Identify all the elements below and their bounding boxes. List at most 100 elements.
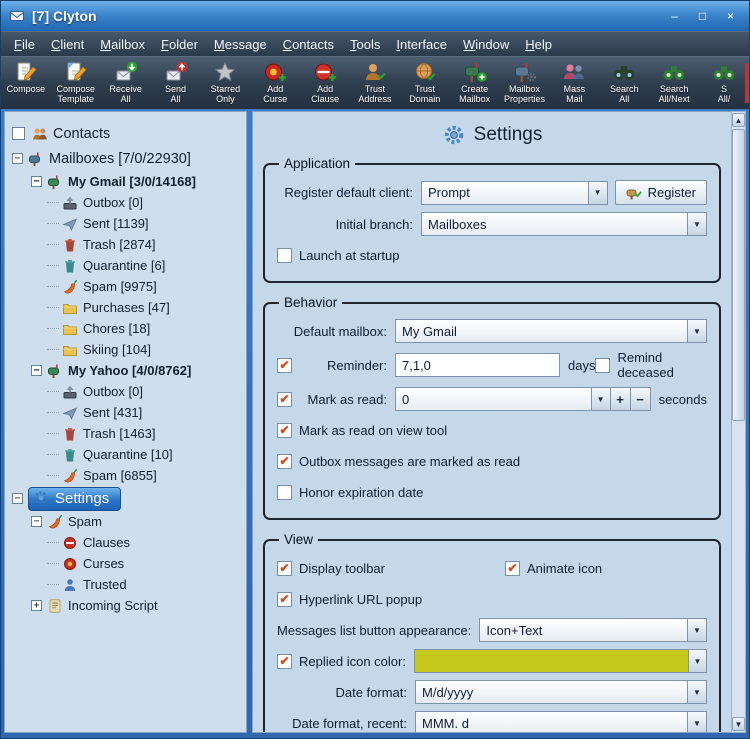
dropdown-arrow-icon[interactable]: ▼ [590,388,610,410]
tree-item-sent-431[interactable]: Sent [431] [12,402,244,423]
decrement-button[interactable]: − [630,387,651,411]
tree-item-sent-1139[interactable]: Sent [1139] [12,213,244,234]
collapse-icon[interactable]: − [31,516,42,527]
honor-expiration-checkbox[interactable] [277,484,292,500]
tree-item-trash-2874[interactable]: Trash [2874] [12,234,244,255]
toolbar-add-curse-button[interactable]: Add Curse [250,58,300,107]
tree-item-my-gmail-3-0-14168[interactable]: − My Gmail [3/0/14168] [12,171,244,192]
menu-contacts[interactable]: Contacts [275,34,342,55]
dropdown-arrow-icon[interactable]: ▼ [687,681,706,703]
toolbar-starred-only-button[interactable]: Starred Only [200,58,250,107]
toolbar-search-partial-button[interactable]: S All/ [699,58,749,107]
tree-item-spam-9975[interactable]: Spam [9975] [12,276,244,297]
menu-folder[interactable]: Folder [153,34,206,55]
display-toolbar-checkbox[interactable]: ✔ [277,560,292,576]
animate-icon-checkbox[interactable]: ✔ [505,560,520,576]
tree-item-purchases-47[interactable]: Purchases [47] [12,297,244,318]
tree-item-settings[interactable]: − Settings [12,486,244,511]
dropdown-arrow-icon[interactable]: ▼ [688,650,706,672]
collapse-icon[interactable]: − [31,365,42,376]
mailbox-icon [47,174,63,190]
menu-tools[interactable]: Tools [342,34,388,55]
dropdown-arrow-icon[interactable]: ▼ [687,213,706,235]
register-default-client-select[interactable]: Prompt ▼ [421,180,608,205]
replied-icon-color-checkbox[interactable]: ✔ [277,653,292,669]
toolbar-trust-domain-button[interactable]: Trust Domain [400,58,450,107]
toolbar-add-clause-button[interactable]: Add Clause [300,58,350,107]
toolbar-create-mailbox-button[interactable]: Create Mailbox [450,58,500,107]
toolbar-receive-all-button[interactable]: Receive All [101,58,151,107]
toolbar-compose-template-button[interactable]: Compose Template [51,58,101,107]
dropdown-arrow-icon[interactable]: ▼ [687,320,706,342]
collapse-icon[interactable]: − [31,176,42,187]
default-mailbox-select[interactable]: My Gmail ▼ [395,319,707,343]
tree-item-outbox-0[interactable]: Outbox [0] [12,192,244,213]
toolbar-search-all-button[interactable]: Search All [599,58,649,107]
date-format-select[interactable]: M/d/yyyy ▼ [415,680,707,704]
tree-item-incoming-script[interactable]: + Incoming Script [12,595,244,616]
tree-item-curses[interactable]: Curses [12,553,244,574]
add-clause-icon [313,60,337,84]
tree-item-spam[interactable]: − Spam [12,511,244,532]
expand-icon[interactable]: + [31,600,42,611]
register-button[interactable]: Register [614,180,707,205]
increment-button[interactable]: + [610,387,631,411]
menu-mailbox[interactable]: Mailbox [92,34,153,55]
close-button[interactable]: × [718,7,743,26]
menu-message[interactable]: Message [206,34,275,55]
scrollbar-thumb[interactable] [732,129,745,421]
selected-tree-item[interactable]: Settings [28,486,122,511]
tree-checkbox[interactable] [12,127,25,140]
scroll-down-button[interactable]: ▼ [732,717,745,731]
menu-file[interactable]: File [6,34,43,55]
collapse-icon[interactable]: − [12,153,23,164]
dropdown-arrow-icon[interactable]: ▼ [687,619,706,641]
minimize-button[interactable]: – [662,7,687,26]
dropdown-arrow-icon[interactable]: ▼ [587,181,607,204]
toolbar-trust-address-button[interactable]: Trust Address [350,58,400,107]
tree-item-quarantine-10[interactable]: Quarantine [10] [12,444,244,465]
tree-item-trusted[interactable]: Trusted [12,574,244,595]
dropdown-arrow-icon[interactable]: ▼ [687,712,706,732]
outbox-read-checkbox[interactable]: ✔ [277,453,292,469]
toolbar-compose-button[interactable]: Compose [1,58,51,107]
tree-item-skiing-104[interactable]: Skiing [104] [12,339,244,360]
mark-as-read-checkbox[interactable]: ✔ [277,391,292,407]
collapse-icon[interactable]: − [12,493,23,504]
menu-window[interactable]: Window [455,34,517,55]
tree-item-chores-18[interactable]: Chores [18] [12,318,244,339]
folder-panel: Contacts − Mailboxes [7/0/22930] − My Gmail … [4,111,247,733]
tree-item-quarantine-6[interactable]: Quarantine [6] [12,255,244,276]
page-title: Settings [473,124,543,145]
tree-item-mailboxes-7-0-22930[interactable]: − Mailboxes [7/0/22930] [12,146,244,171]
mark-read-view-checkbox[interactable]: ✔ [277,422,292,438]
tree-item-spam-6855[interactable]: Spam [6855] [12,465,244,486]
toolbar-search-all-next-button[interactable]: Search All/Next [649,58,699,107]
toolbar-label: Template [57,94,95,104]
title-bar[interactable]: [7] Clyton – □ × [1,1,749,31]
reminder-input[interactable]: 7,1,0 [395,353,560,377]
date-format-recent-select[interactable]: MMM. d ▼ [415,711,707,732]
menu-client[interactable]: Client [43,34,92,55]
tree-item-trash-1463[interactable]: Trash [1463] [12,423,244,444]
tree-item-outbox-0[interactable]: Outbox [0] [12,381,244,402]
maximize-button[interactable]: □ [690,7,715,26]
tree-item-my-yahoo-4-0-8762[interactable]: − My Yahoo [4/0/8762] [12,360,244,381]
menu-help[interactable]: Help [517,34,560,55]
tree-item-clauses[interactable]: Clauses [12,532,244,553]
toolbar-send-all-button[interactable]: Send All [151,58,201,107]
tree-item-contacts[interactable]: Contacts [12,121,244,146]
toolbar-mass-mail-button[interactable]: Mass Mail [549,58,599,107]
launch-at-startup-checkbox[interactable] [277,247,292,263]
replied-icon-color-picker[interactable]: ▼ [413,649,707,673]
scroll-up-button[interactable]: ▲ [732,113,745,127]
toolbar-mailbox-properties-button[interactable]: Mailbox Properties [500,58,550,107]
hyperlink-popup-checkbox[interactable]: ✔ [277,591,292,607]
remind-deceased-checkbox[interactable] [595,357,611,373]
menu-interface[interactable]: Interface [388,34,455,55]
reminder-checkbox[interactable]: ✔ [277,357,292,373]
msg-list-appearance-select[interactable]: Icon+Text ▼ [479,618,707,642]
initial-branch-select[interactable]: Mailboxes ▼ [421,212,707,236]
mark-as-read-select[interactable]: 0 ▼ [395,387,611,411]
vertical-scrollbar[interactable]: ▲ ▼ [731,111,746,733]
